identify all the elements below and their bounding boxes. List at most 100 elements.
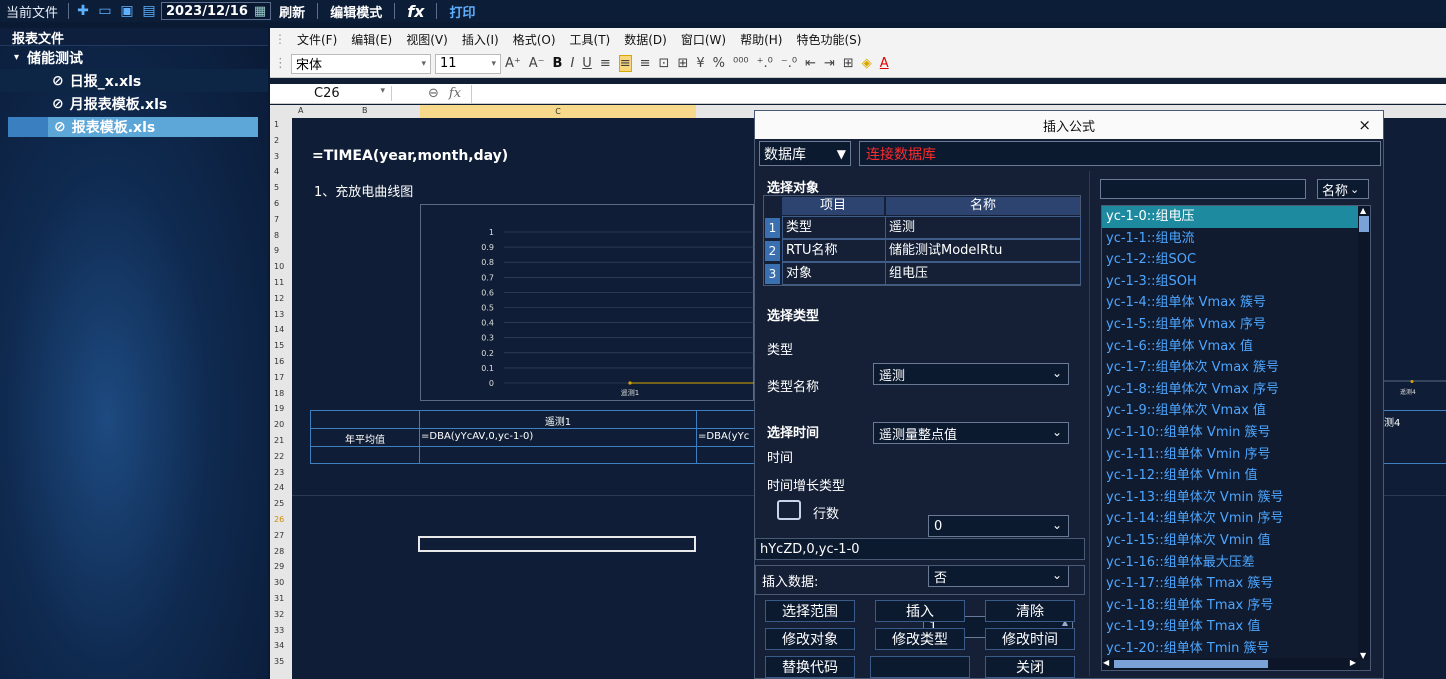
object-list-item[interactable]: yc-1-20::组单体 Tmin 簇号 bbox=[1102, 638, 1360, 660]
row-header[interactable]: 13 bbox=[270, 310, 292, 319]
modify-time-button[interactable]: 修改时间 bbox=[985, 628, 1075, 650]
row-header[interactable]: 1 bbox=[270, 120, 292, 129]
edit-mode-button[interactable]: 编辑模式 bbox=[322, 2, 390, 21]
horizontal-scrollbar[interactable]: ◀ ▶ bbox=[1102, 658, 1360, 670]
date-field[interactable]: 2023/12/16 ▦ bbox=[161, 2, 272, 20]
row-header[interactable]: 12 bbox=[270, 294, 292, 303]
menu-tools[interactable]: 工具(T) bbox=[570, 31, 611, 48]
row-header[interactable]: 21 bbox=[270, 436, 292, 445]
object-list-item[interactable]: yc-1-17::组单体 Tmax 簇号 bbox=[1102, 573, 1360, 595]
row-header[interactable]: 22 bbox=[270, 452, 292, 461]
align-left-icon[interactable]: ≡ bbox=[600, 56, 611, 71]
object-list-item[interactable]: yc-1-11::组单体 Vmin 序号 bbox=[1102, 444, 1360, 466]
object-name[interactable]: 组电压 bbox=[885, 262, 1081, 285]
object-list-item[interactable]: yc-1-7::组单体次 Vmax 簇号 bbox=[1102, 357, 1360, 379]
scroll-up-icon[interactable]: ▲ bbox=[1360, 206, 1366, 215]
grow-font-icon[interactable]: A⁺ bbox=[505, 56, 521, 71]
row-label[interactable]: 年平均值 bbox=[311, 431, 419, 446]
rows-checkbox[interactable] bbox=[777, 500, 801, 520]
object-list-item[interactable]: yc-1-10::组单体 Vmin 簇号 bbox=[1102, 422, 1360, 444]
object-list-item[interactable]: yc-1-0::组电压 bbox=[1102, 206, 1360, 228]
calendar-icon[interactable]: ▦ bbox=[254, 4, 266, 19]
object-list-item[interactable]: yc-1-12::组单体 Vmin 值 bbox=[1102, 465, 1360, 487]
scroll-down-icon[interactable]: ▼ bbox=[1360, 651, 1366, 660]
column-header-a[interactable]: A bbox=[298, 106, 303, 115]
row-header[interactable]: 24 bbox=[270, 483, 292, 492]
select-range-button[interactable]: 选择范围 bbox=[765, 600, 855, 622]
modify-type-button[interactable]: 修改类型 bbox=[875, 628, 965, 650]
row-header[interactable]: 17 bbox=[270, 373, 292, 382]
row-header[interactable]: 27 bbox=[270, 531, 292, 540]
print-button[interactable]: 打印 bbox=[441, 2, 483, 21]
object-list-item[interactable]: yc-1-19::组单体 Tmax 值 bbox=[1102, 616, 1360, 638]
object-list-item[interactable]: yc-1-15::组单体次 Vmin 值 bbox=[1102, 530, 1360, 552]
row-header[interactable]: 18 bbox=[270, 389, 292, 398]
menu-help[interactable]: 帮助(H) bbox=[740, 31, 782, 48]
insert-button[interactable]: 插入 bbox=[875, 600, 965, 622]
border-icon[interactable]: ⊞ bbox=[843, 56, 854, 71]
column-header-b[interactable]: B bbox=[362, 106, 368, 115]
underline-icon[interactable]: U bbox=[582, 56, 592, 71]
wrap-icon[interactable]: ⊡ bbox=[659, 56, 670, 71]
row-header[interactable]: 6 bbox=[270, 199, 292, 208]
object-list-item[interactable]: yc-1-9::组单体次 Vmax 值 bbox=[1102, 400, 1360, 422]
row-header[interactable]: 10 bbox=[270, 262, 292, 271]
row-header[interactable]: 30 bbox=[270, 578, 292, 587]
time-select[interactable]: 0 ⌄ bbox=[928, 515, 1069, 537]
scrollbar-thumb[interactable] bbox=[1114, 660, 1268, 668]
menu-file[interactable]: 文件(F) bbox=[297, 31, 337, 48]
clear-button[interactable]: 清除 bbox=[985, 600, 1075, 622]
row-header[interactable]: 25 bbox=[270, 499, 292, 508]
decrease-decimal-icon[interactable]: ⁻.⁰ bbox=[781, 56, 797, 71]
object-list-item[interactable]: yc-1-18::组单体 Tmax 序号 bbox=[1102, 595, 1360, 617]
cell-reference[interactable]: C26 ▾ bbox=[270, 86, 392, 101]
cell-formula-timea[interactable]: =TIMEA(year,month,day) bbox=[312, 148, 508, 164]
object-name[interactable]: 储能测试ModelRtu bbox=[885, 239, 1081, 262]
bold-icon[interactable]: B bbox=[553, 56, 563, 71]
object-list-item[interactable]: yc-1-1::组电流 bbox=[1102, 228, 1360, 250]
refresh-button[interactable]: 刷新 bbox=[271, 2, 313, 21]
row-header[interactable]: 19 bbox=[270, 404, 292, 413]
row-header[interactable]: 3 bbox=[270, 152, 292, 161]
new-file-icon[interactable]: ✚ bbox=[73, 2, 93, 20]
type-name-select[interactable]: 遥测量整点值 ⌄ bbox=[873, 422, 1069, 444]
align-right-icon[interactable]: ≡ bbox=[640, 56, 651, 71]
modify-object-button[interactable]: 修改对象 bbox=[765, 628, 855, 650]
object-list-item[interactable]: yc-1-2::组SOC bbox=[1102, 249, 1360, 271]
column-header-c[interactable]: C bbox=[420, 105, 696, 118]
zoom-icon[interactable]: ⊖ bbox=[428, 86, 439, 101]
object-list-item[interactable]: yc-1-6::组单体 Vmax 值 bbox=[1102, 336, 1360, 358]
tree-file-monthly[interactable]: ⊘ 月报表模板.xls bbox=[0, 92, 268, 115]
row-header[interactable]: 4 bbox=[270, 167, 292, 176]
menu-data[interactable]: 数据(D) bbox=[624, 31, 667, 48]
fill-color-icon[interactable]: ◈ bbox=[862, 56, 872, 71]
italic-icon[interactable]: I bbox=[570, 56, 574, 71]
row-header[interactable]: 31 bbox=[270, 594, 292, 603]
font-color-icon[interactable]: A bbox=[880, 56, 889, 71]
row-header[interactable]: 23 bbox=[270, 468, 292, 477]
menu-view[interactable]: 视图(V) bbox=[406, 31, 448, 48]
save-as-icon[interactable]: ▤ bbox=[139, 2, 159, 20]
tree-file-daily[interactable]: ⊘ 日报_x.xls bbox=[0, 69, 268, 92]
font-select[interactable]: 宋体 ▾ bbox=[291, 53, 431, 74]
row-header[interactable]: 9 bbox=[270, 246, 292, 255]
indent-icon[interactable]: ⇥ bbox=[824, 56, 835, 71]
tree-file-template[interactable]: ⊘ 报表模板.xls bbox=[0, 115, 268, 138]
menu-features[interactable]: 特色功能(S) bbox=[796, 31, 861, 48]
object-list-item[interactable]: yc-1-16::组单体最大压差 bbox=[1102, 552, 1360, 574]
blank-input[interactable] bbox=[870, 656, 970, 678]
currency-icon[interactable]: ¥ bbox=[696, 56, 704, 71]
object-list-item[interactable]: yc-1-8::组单体次 Vmax 序号 bbox=[1102, 379, 1360, 401]
connect-database-field[interactable]: 连接数据库 bbox=[859, 141, 1381, 166]
row-header[interactable]: 8 bbox=[270, 231, 292, 240]
type-select[interactable]: 遥测 ⌄ bbox=[873, 363, 1069, 385]
row-header[interactable]: 35 bbox=[270, 657, 292, 666]
row-header[interactable]: 29 bbox=[270, 562, 292, 571]
row-header[interactable]: 7 bbox=[270, 215, 292, 224]
vertical-scrollbar[interactable]: ▲ ▼ bbox=[1358, 206, 1370, 660]
merge-icon[interactable]: ⊞ bbox=[677, 56, 688, 71]
outdent-icon[interactable]: ⇤ bbox=[805, 56, 816, 71]
tree-folder[interactable]: ▾ 储能测试 bbox=[0, 46, 268, 69]
selected-cell[interactable] bbox=[418, 536, 696, 552]
menu-edit[interactable]: 编辑(E) bbox=[351, 31, 392, 48]
